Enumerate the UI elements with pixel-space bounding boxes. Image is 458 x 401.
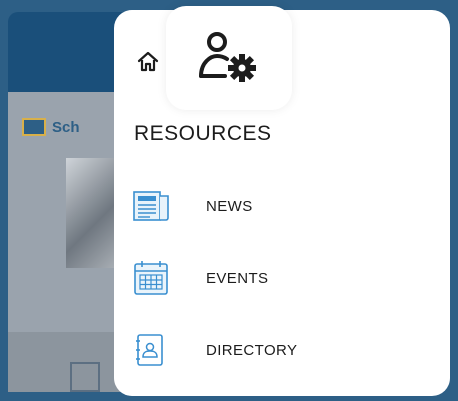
- menu-item-news[interactable]: NEWS: [132, 184, 432, 228]
- background-logo: Sch: [22, 118, 80, 136]
- background-logo-text: Sch: [52, 118, 80, 136]
- home-icon: [137, 51, 159, 72]
- calendar-icon: [132, 258, 174, 298]
- menu-item-events[interactable]: EVENTS: [132, 256, 432, 300]
- menu-item-directory-label: DIRECTORY: [206, 341, 298, 359]
- contact-book-icon: [132, 330, 174, 370]
- menu-item-events-label: EVENTS: [206, 269, 269, 287]
- home-button[interactable]: [134, 48, 162, 76]
- menu-item-directory[interactable]: DIRECTORY: [132, 328, 432, 372]
- newspaper-icon: [132, 186, 174, 226]
- background-tab-icon: [70, 362, 100, 392]
- book-logo-icon: [22, 118, 46, 136]
- menu-item-news-label: NEWS: [206, 197, 253, 215]
- profile-settings-button[interactable]: [166, 6, 292, 110]
- section-title: RESOURCES: [134, 122, 272, 145]
- user-settings-icon: [199, 32, 256, 82]
- navigation-drawer: RESOURCES NEWS EVENTS DIRECTORY: [114, 6, 450, 396]
